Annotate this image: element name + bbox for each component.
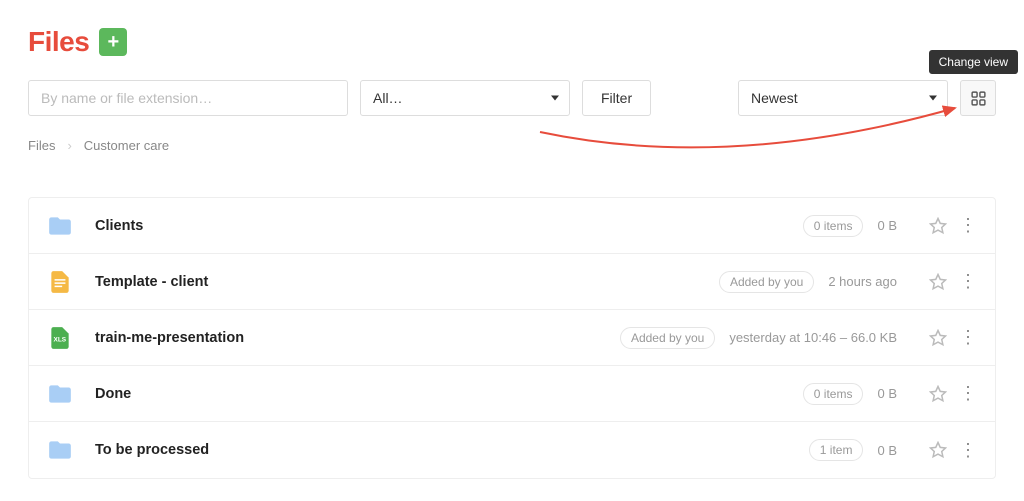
more-button[interactable]: ⋮ [959,215,977,236]
star-button[interactable] [929,441,947,459]
more-button[interactable]: ⋮ [959,383,977,404]
breadcrumb-current: Customer care [84,138,169,153]
toolbar: All… Filter Newest [28,80,996,116]
breadcrumb: Files › Customer care [28,138,996,153]
list-item[interactable]: XLS train-me-presentation Added by you y… [29,310,995,366]
list-item[interactable]: Clients 0 items 0 B ⋮ [29,198,995,254]
star-icon [929,441,947,459]
page-title: Files [28,26,89,58]
item-count-badge: 1 item [809,439,864,461]
kebab-icon: ⋮ [959,440,977,460]
spreadsheet-icon: XLS [47,323,73,353]
change-view-tooltip: Change view [929,50,1018,74]
file-name: To be processed [95,442,809,458]
star-icon [929,329,947,347]
file-meta: 2 hours ago [828,274,897,289]
star-icon [929,217,947,235]
star-button[interactable] [929,217,947,235]
type-filter-select[interactable]: All… [360,80,570,116]
list-item[interactable]: Done 0 items 0 B ⋮ [29,366,995,422]
sort-label: Newest [751,90,798,106]
file-list: Clients 0 items 0 B ⋮ Template - client … [28,197,996,479]
star-button[interactable] [929,385,947,403]
filter-button[interactable]: Filter [582,80,651,116]
folder-icon [47,379,73,409]
item-count-badge: 0 items [803,215,864,237]
svg-text:XLS: XLS [54,336,67,343]
more-button[interactable]: ⋮ [959,271,977,292]
added-by-badge: Added by you [719,271,814,293]
kebab-icon: ⋮ [959,383,977,403]
file-meta: 0 B [877,443,897,458]
item-count-badge: 0 items [803,383,864,405]
list-item[interactable]: Template - client Added by you 2 hours a… [29,254,995,310]
file-name: Template - client [95,274,719,290]
chevron-down-icon [929,96,937,101]
star-icon [929,273,947,291]
add-button[interactable]: + [99,28,127,56]
list-item[interactable]: To be processed 1 item 0 B ⋮ [29,422,995,478]
search-input[interactable] [28,80,348,116]
file-meta: yesterday at 10:46 – 66.0 KB [729,330,897,345]
plus-icon: + [107,32,119,52]
star-button[interactable] [929,329,947,347]
folder-icon [47,435,73,465]
filter-label: Filter [601,90,632,106]
kebab-icon: ⋮ [959,327,977,347]
file-meta: 0 B [877,218,897,233]
file-meta: 0 B [877,386,897,401]
chevron-right-icon: › [67,138,71,153]
chevron-down-icon [551,96,559,101]
star-button[interactable] [929,273,947,291]
file-name: Done [95,386,803,402]
added-by-badge: Added by you [620,327,715,349]
kebab-icon: ⋮ [959,215,977,235]
document-icon [47,267,73,297]
breadcrumb-root[interactable]: Files [28,138,55,153]
file-name: Clients [95,218,803,234]
change-view-button[interactable] [960,80,996,116]
header: Files + [28,26,996,58]
sort-select[interactable]: Newest [738,80,948,116]
more-button[interactable]: ⋮ [959,327,977,348]
type-filter-label: All… [373,90,403,106]
kebab-icon: ⋮ [959,271,977,291]
grid-icon [970,90,987,107]
star-icon [929,385,947,403]
folder-icon [47,211,73,241]
file-name: train-me-presentation [95,330,620,346]
more-button[interactable]: ⋮ [959,440,977,461]
